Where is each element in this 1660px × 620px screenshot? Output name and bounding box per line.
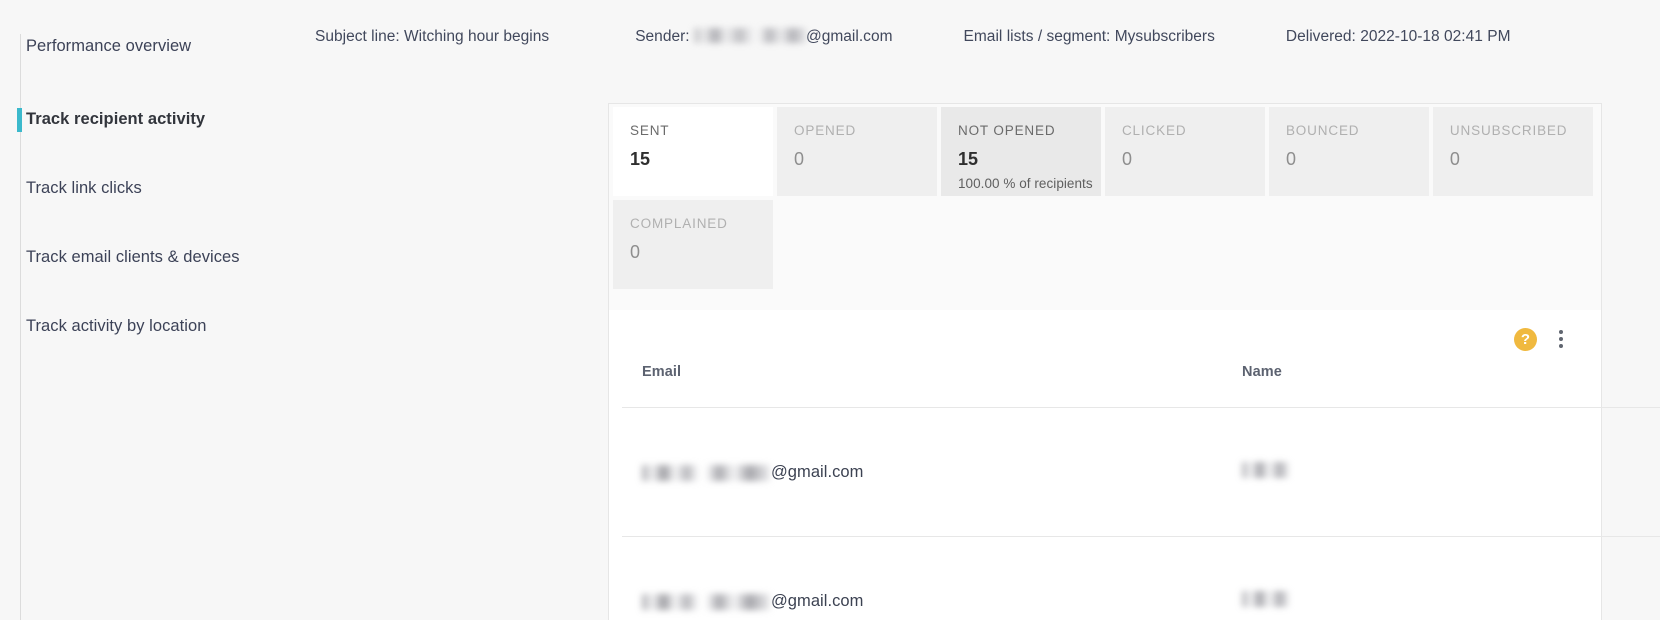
redacted-email-local-part [642, 594, 770, 610]
redacted-name [1242, 591, 1289, 607]
help-icon[interactable]: ? [1514, 328, 1537, 351]
meta-sender-label: Sender: [635, 28, 694, 46]
meta-sender: Sender: @gmail.com [635, 28, 892, 46]
kebab-dot [1559, 330, 1563, 334]
stat-card-bounced[interactable]: BOUNCED 0 [1269, 107, 1429, 196]
meta-email-list-segment: Email lists / segment: Mysubscribers [964, 28, 1215, 46]
sidebar-item-label: Track email clients & devices [26, 245, 240, 270]
sidebar-item-track-link-clicks[interactable]: Track link clicks [0, 176, 305, 204]
sidebar-item-label: Performance overview [26, 34, 191, 59]
stat-label: CLICKED [1122, 123, 1265, 138]
meta-delivered-value: 2022-10-18 02:41 PM [1360, 28, 1510, 46]
redacted-email-local-part [642, 465, 770, 481]
redacted-name [1242, 462, 1289, 478]
stat-label: UNSUBSCRIBED [1450, 123, 1593, 138]
stat-card-grid: SENT 15 OPENED 0 NOT OPENED 15 100.00 % … [609, 104, 1601, 293]
redacted-sender-local-part [694, 28, 806, 43]
email-domain: @gmail.com [771, 463, 863, 482]
kebab-dot [1559, 344, 1563, 348]
stat-value: 0 [1286, 149, 1429, 169]
stat-card-unsubscribed[interactable]: UNSUBSCRIBED 0 [1433, 107, 1593, 196]
sidebar-item-label: Track recipient activity [26, 107, 205, 132]
sidebar-item-label: Track activity by location [26, 314, 206, 339]
email-domain: @gmail.com [771, 592, 863, 611]
column-header-name[interactable]: Name [1242, 352, 1660, 408]
cell-name [1242, 537, 1660, 620]
meta-sender-domain: @gmail.com [806, 28, 893, 46]
stat-value: 0 [1122, 149, 1265, 169]
recipients-table: Email Name Sent On @gmail.com [622, 352, 1660, 620]
stat-value: 15 [958, 149, 1101, 169]
stat-card-opened[interactable]: OPENED 0 [777, 107, 937, 196]
table-toolbar: ? [622, 310, 1583, 352]
sidebar-item-track-email-clients-devices[interactable]: Track email clients & devices [0, 245, 305, 273]
stat-value: 15 [630, 149, 773, 169]
stat-card-not-opened[interactable]: NOT OPENED 15 100.00 % of recipients [941, 107, 1101, 196]
kebab-dot [1559, 337, 1563, 341]
report-sidebar: Performance overview Track recipient act… [0, 0, 305, 620]
stat-label: NOT OPENED [958, 123, 1101, 138]
report-main: Subject line: Witching hour begins Sende… [305, 0, 1660, 620]
stat-value: 0 [630, 242, 773, 262]
column-header-email[interactable]: Email [622, 352, 1242, 408]
stat-card-clicked[interactable]: CLICKED 0 [1105, 107, 1265, 196]
sidebar-item-label: Track link clicks [26, 176, 142, 201]
meta-subject-line: Subject line: Witching hour begins [315, 28, 549, 46]
cell-email: @gmail.com [622, 537, 1242, 620]
meta-list-label: Email lists / segment: [964, 28, 1115, 46]
stat-label: OPENED [794, 123, 937, 138]
recipients-table-head: Email Name Sent On [622, 352, 1660, 408]
meta-delivered: Delivered: 2022-10-18 02:41 PM [1286, 28, 1511, 46]
campaign-meta-bar: Subject line: Witching hour begins Sende… [305, 0, 1660, 73]
stat-label: BOUNCED [1286, 123, 1429, 138]
meta-subject-value: Witching hour begins [404, 28, 549, 46]
stat-value: 0 [1450, 149, 1593, 169]
table-row[interactable]: @gmail.com 2022-10-18 02:41 PM [622, 537, 1660, 620]
stat-subtext: 100.00 % of recipients [958, 176, 1101, 191]
stat-card-sent[interactable]: SENT 15 [613, 107, 773, 196]
campaign-report-page: Performance overview Track recipient act… [0, 0, 1660, 620]
sidebar-item-performance-overview[interactable]: Performance overview [0, 34, 305, 62]
meta-delivered-label: Delivered: [1286, 28, 1360, 46]
stat-label: COMPLAINED [630, 216, 773, 231]
meta-list-value: Mysubscribers [1115, 28, 1215, 46]
recipient-activity-panel: SENT 15 OPENED 0 NOT OPENED 15 100.00 % … [608, 103, 1602, 620]
help-icon-glyph: ? [1521, 332, 1530, 347]
meta-subject-label: Subject line: [315, 28, 404, 46]
stat-label: SENT [630, 123, 773, 138]
stat-value: 0 [794, 149, 937, 169]
recipients-table-body: @gmail.com 2022-10-18 02:41 PM [622, 408, 1660, 620]
recipients-table-section: ? Email Name Sent On [609, 310, 1601, 620]
table-header-row: Email Name Sent On [622, 352, 1660, 408]
sidebar-item-track-recipient-activity[interactable]: Track recipient activity [0, 107, 305, 135]
table-row[interactable]: @gmail.com 2022-10-18 02:41 PM [622, 408, 1660, 537]
cell-email: @gmail.com [622, 408, 1242, 537]
cell-name [1242, 408, 1660, 537]
more-options-icon[interactable] [1553, 329, 1569, 349]
stat-card-complained[interactable]: COMPLAINED 0 [613, 200, 773, 289]
sidebar-item-track-activity-by-location[interactable]: Track activity by location [0, 314, 305, 342]
